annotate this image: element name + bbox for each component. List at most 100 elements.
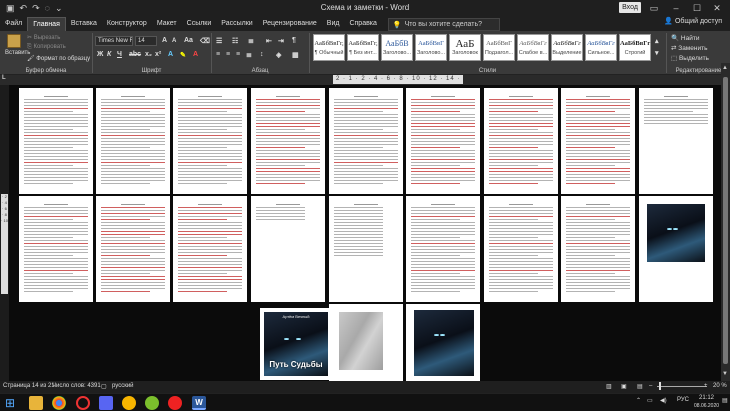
zoom-slider-thumb[interactable] bbox=[659, 382, 661, 390]
align-center-icon[interactable]: ≡ bbox=[226, 51, 230, 58]
document-page-thumbnail[interactable] bbox=[19, 88, 93, 194]
select-button[interactable]: ⬚ Выделить bbox=[671, 54, 709, 62]
language-status[interactable]: русский bbox=[112, 383, 134, 389]
tab-selector-icon[interactable]: L bbox=[2, 75, 6, 81]
style-title[interactable]: АаБ Заголовок bbox=[449, 34, 481, 61]
style-intense-emphasis[interactable]: АаБбВвГг Сильное... bbox=[585, 34, 617, 61]
word-taskbar-icon[interactable]: W bbox=[192, 396, 206, 410]
underline-button[interactable]: Ч bbox=[117, 51, 122, 58]
file-explorer-icon[interactable] bbox=[29, 396, 43, 410]
document-page-thumbnail[interactable] bbox=[96, 196, 170, 302]
show-marks-icon[interactable]: ¶ bbox=[292, 37, 296, 44]
save-icon[interactable]: ▣ bbox=[6, 3, 15, 14]
sign-in-button[interactable]: Вход bbox=[619, 2, 641, 13]
scroll-up-icon[interactable]: ▲ bbox=[722, 65, 728, 71]
document-page-thumbnail[interactable] bbox=[329, 304, 403, 381]
cut-button[interactable]: ✂ Вырезать bbox=[27, 34, 60, 41]
align-left-icon[interactable]: ≡ bbox=[216, 51, 220, 58]
superscript-icon[interactable]: x² bbox=[155, 51, 161, 58]
multilevel-list-icon[interactable]: ≣ bbox=[248, 37, 254, 45]
zoom-level[interactable]: 20 % bbox=[713, 383, 727, 389]
autosave-icon[interactable]: ◌ bbox=[45, 3, 50, 13]
app-icon[interactable] bbox=[145, 396, 159, 410]
undo-icon[interactable]: ↶ bbox=[20, 3, 28, 14]
zoom-in-icon[interactable]: + bbox=[704, 383, 708, 389]
tab-design[interactable]: Конструктор bbox=[102, 17, 152, 31]
font-name-select[interactable]: Times New R bbox=[95, 36, 133, 46]
bullets-icon[interactable]: ☰ bbox=[216, 37, 222, 45]
vertical-scrollbar[interactable]: ▲ ▼ bbox=[721, 63, 730, 381]
highlight-icon[interactable]: ✎ bbox=[180, 51, 186, 59]
font-size-select[interactable]: 14 bbox=[135, 36, 157, 46]
document-page-thumbnail[interactable] bbox=[639, 88, 713, 194]
discord-icon[interactable] bbox=[99, 396, 113, 410]
font-color-icon[interactable]: A bbox=[193, 51, 198, 58]
shading-icon[interactable]: ◈ bbox=[276, 51, 281, 59]
web-layout-icon[interactable]: ▤ bbox=[637, 383, 643, 390]
tab-help[interactable]: Справка bbox=[344, 17, 381, 31]
zoom-out-icon[interactable]: – bbox=[649, 383, 652, 389]
styles-scroll-icon[interactable]: ▴ bbox=[655, 37, 659, 45]
replace-button[interactable]: ⇄ Заменить bbox=[671, 44, 707, 52]
document-page-thumbnail[interactable] bbox=[484, 88, 558, 194]
tab-layout[interactable]: Макет bbox=[152, 17, 182, 31]
opera-icon[interactable] bbox=[76, 396, 90, 410]
tray-chevron-icon[interactable]: ⌃ bbox=[636, 397, 641, 404]
document-page-thumbnail[interactable] bbox=[406, 88, 480, 194]
tab-insert[interactable]: Вставка bbox=[66, 17, 102, 31]
word-count[interactable]: Число слов: 4391 bbox=[52, 383, 101, 389]
increase-indent-icon[interactable]: ⇥ bbox=[278, 37, 284, 45]
find-button[interactable]: 🔍 Найти bbox=[671, 34, 699, 42]
windows-start-icon[interactable]: ⊞ bbox=[5, 396, 19, 410]
maximize-button[interactable]: ☐ bbox=[688, 1, 706, 15]
input-language[interactable]: РУС bbox=[677, 397, 689, 403]
tell-me-box[interactable]: 💡 Что вы хотите сделать? bbox=[387, 18, 500, 31]
document-page-thumbnail[interactable] bbox=[173, 88, 247, 194]
line-spacing-icon[interactable]: ↕ bbox=[260, 51, 264, 58]
document-page-thumbnail[interactable] bbox=[561, 88, 635, 194]
app-icon[interactable] bbox=[122, 396, 136, 410]
style-heading2[interactable]: АаБбВвГ Заголово... bbox=[415, 34, 447, 61]
copy-button[interactable]: ⎘ Копировать bbox=[27, 44, 66, 51]
document-page-thumbnail[interactable] bbox=[96, 88, 170, 194]
tab-mailings[interactable]: Рассылки bbox=[216, 17, 257, 31]
close-button[interactable]: ✕ bbox=[708, 1, 726, 15]
proofing-icon[interactable]: ▢ bbox=[101, 383, 107, 390]
tab-view[interactable]: Вид bbox=[322, 17, 345, 31]
shrink-font-button[interactable]: A bbox=[172, 38, 176, 44]
page-count[interactable]: Страница 14 из 21 bbox=[3, 383, 55, 389]
share-button[interactable]: 👤 Общий доступ bbox=[664, 17, 722, 25]
justify-icon[interactable]: ≣ bbox=[246, 51, 252, 59]
document-canvas[interactable]: Артём Вечный Путь Судьбы bbox=[9, 85, 721, 381]
notifications-icon[interactable]: ▤ bbox=[722, 397, 728, 404]
read-mode-icon[interactable]: ▥ bbox=[606, 383, 612, 390]
subscript-icon[interactable]: x₂ bbox=[145, 51, 152, 58]
paste-button[interactable]: Вставить bbox=[5, 34, 30, 62]
style-subtle-emphasis[interactable]: АаБбВвГг Слабое в... bbox=[517, 34, 549, 61]
document-page-thumbnail[interactable] bbox=[639, 196, 713, 302]
document-page-thumbnail[interactable] bbox=[19, 196, 93, 302]
style-no-spacing[interactable]: АаБбВвГг, ¶ Без инт... bbox=[347, 34, 379, 61]
tab-review[interactable]: Рецензирование bbox=[258, 17, 322, 31]
styles-more-icon[interactable]: ▾ bbox=[655, 49, 659, 57]
clock-time[interactable]: 21:12 bbox=[699, 395, 714, 401]
scroll-down-icon[interactable]: ▼ bbox=[722, 371, 728, 377]
minimize-button[interactable]: – bbox=[667, 1, 685, 15]
volume-icon[interactable]: ◀) bbox=[660, 397, 667, 404]
clear-format-icon[interactable]: ⌫ bbox=[200, 37, 210, 45]
tab-home[interactable]: Главная bbox=[27, 17, 66, 31]
style-heading1[interactable]: АаБбВ Заголово... bbox=[381, 34, 413, 61]
chrome-icon[interactable] bbox=[52, 396, 66, 410]
document-page-thumbnail[interactable] bbox=[406, 304, 480, 381]
scroll-thumb[interactable] bbox=[723, 77, 728, 364]
style-emphasis[interactable]: АаБбВвГг Выделение bbox=[551, 34, 583, 61]
print-layout-icon[interactable]: ▣ bbox=[621, 383, 627, 390]
document-page-thumbnail[interactable] bbox=[251, 88, 325, 194]
document-page-thumbnail[interactable] bbox=[561, 196, 635, 302]
youtube-icon[interactable] bbox=[168, 396, 182, 410]
document-page-thumbnail[interactable] bbox=[406, 196, 480, 302]
grow-font-button[interactable]: A bbox=[162, 37, 167, 44]
document-page-thumbnail[interactable] bbox=[251, 196, 325, 302]
text-effects-icon[interactable]: A bbox=[168, 51, 173, 58]
bold-button[interactable]: Ж bbox=[97, 51, 103, 58]
